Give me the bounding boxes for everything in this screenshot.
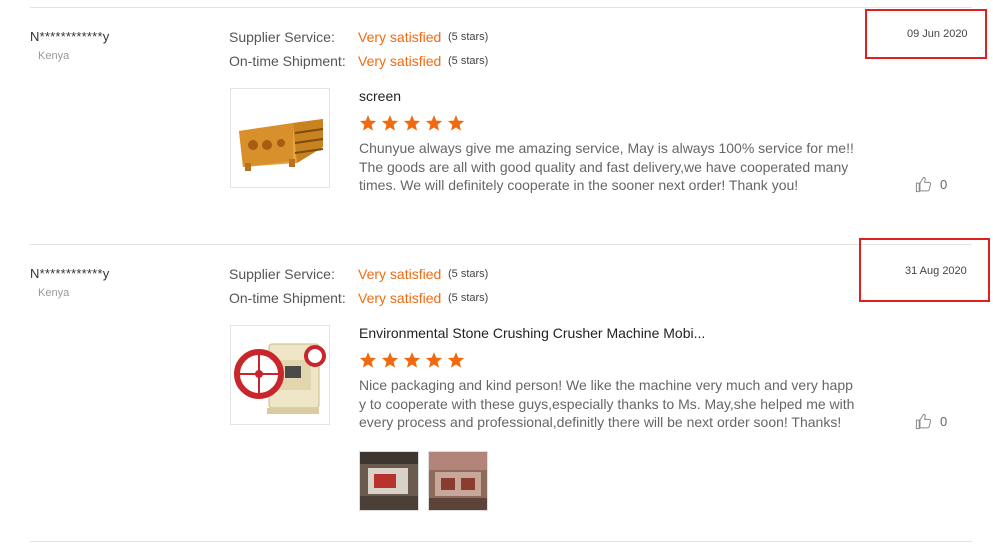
product-thumbnail[interactable]	[230, 325, 330, 425]
star-icon	[403, 115, 421, 131]
supplier-service-label: Supplier Service:	[229, 29, 335, 45]
thumbs-up-icon	[915, 176, 932, 193]
star-rating	[359, 114, 469, 132]
star-icon	[359, 352, 377, 368]
packaging-photo	[360, 452, 418, 510]
shipment-value: Very satisfied	[358, 53, 442, 69]
star-icon	[425, 115, 443, 131]
reviewer-country: Kenya	[38, 50, 70, 62]
supplier-service-value: Very satisfied	[358, 29, 442, 45]
product-title[interactable]: screen	[359, 88, 401, 104]
shipment-stars: (5 stars)	[448, 55, 489, 67]
reviewer-name: N************y	[30, 29, 110, 44]
review-text: Nice packaging and kind person! We like …	[359, 377, 855, 430]
star-icon	[403, 352, 421, 368]
supplier-service-value: Very satisfied	[358, 266, 442, 282]
star-rating	[359, 351, 469, 369]
reviewer-country: Kenya	[38, 287, 70, 299]
review-photo[interactable]	[359, 451, 419, 511]
jaw-crusher-image	[231, 326, 329, 424]
machine-photo	[429, 452, 487, 510]
divider	[30, 541, 972, 542]
like-button[interactable]: 0	[915, 413, 947, 430]
supplier-service-stars: (5 stars)	[448, 268, 489, 280]
vibrating-screen-image	[231, 89, 329, 187]
divider	[30, 244, 972, 245]
review-date: 31 Aug 2020	[905, 265, 967, 277]
star-icon	[447, 352, 465, 368]
star-icon	[447, 115, 465, 131]
product-thumbnail[interactable]	[230, 88, 330, 188]
shipment-value: Very satisfied	[358, 290, 442, 306]
star-icon	[359, 115, 377, 131]
shipment-stars: (5 stars)	[448, 292, 489, 304]
supplier-service-stars: (5 stars)	[448, 31, 489, 43]
product-title[interactable]: Environmental Stone Crushing Crusher Mac…	[359, 325, 705, 341]
shipment-label: On-time Shipment:	[229, 290, 346, 306]
review-text: Chunyue always give me amazing service, …	[359, 140, 854, 193]
reviewer-name: N************y	[30, 266, 110, 281]
divider	[30, 7, 972, 8]
review-photo[interactable]	[428, 451, 488, 511]
star-icon	[381, 352, 399, 368]
star-icon	[425, 352, 443, 368]
like-count: 0	[940, 414, 948, 429]
like-count: 0	[940, 177, 948, 192]
like-button[interactable]: 0	[915, 176, 947, 193]
shipment-label: On-time Shipment:	[229, 53, 346, 69]
supplier-service-label: Supplier Service:	[229, 266, 335, 282]
thumbs-up-icon	[915, 413, 932, 430]
star-icon	[381, 115, 399, 131]
review-date: 09 Jun 2020	[907, 28, 968, 40]
